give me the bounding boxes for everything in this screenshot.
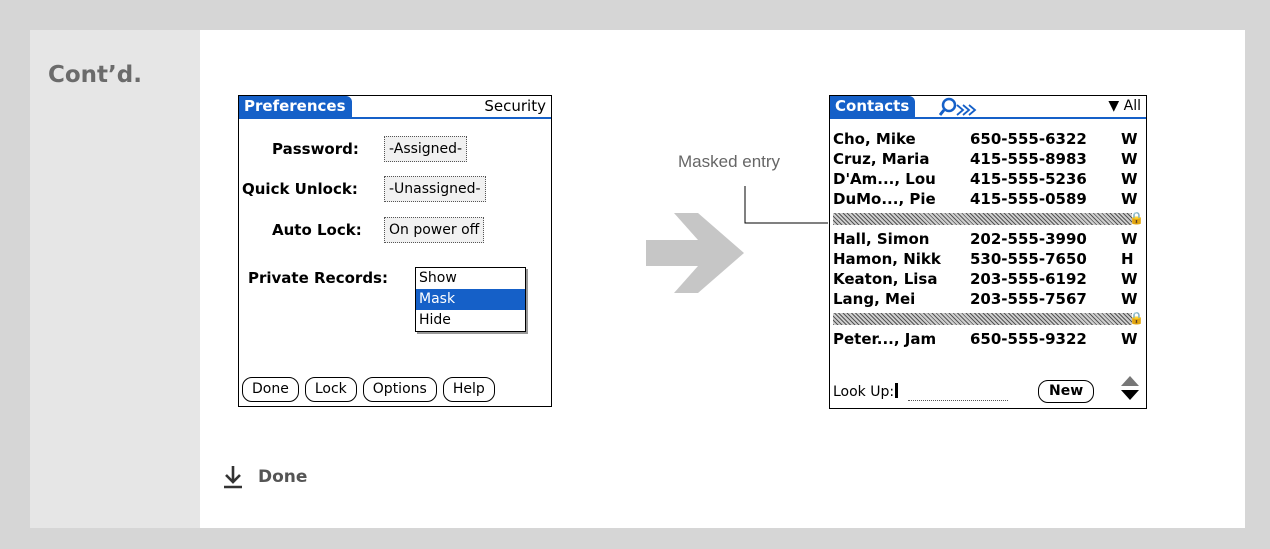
contact-name: Keaton, Lisa	[833, 270, 938, 288]
list-item[interactable]: Hamon, Nikk 530-555-7650 H	[833, 249, 1146, 269]
list-item[interactable]: Hall, Simon 202-555-3990 W	[833, 229, 1146, 249]
contact-phone: 650-555-6322	[970, 130, 1087, 148]
contact-phone: 203-555-7567	[970, 290, 1087, 308]
phone-type: W	[1121, 230, 1138, 248]
contact-name: Lang, Mei	[833, 290, 916, 308]
contact-phone: 203-555-6192	[970, 270, 1087, 288]
contact-name: D'Am..., Lou	[833, 170, 936, 188]
contact-phone: 530-555-7650	[970, 250, 1087, 268]
contact-phone: 415-555-5236	[970, 170, 1087, 188]
contact-phone: 415-555-8983	[970, 150, 1087, 168]
contact-phone: 415-555-0589	[970, 190, 1087, 208]
list-item[interactable]: Lang, Mei 203-555-7567 W	[833, 289, 1146, 309]
contact-name: Cho, Mike	[833, 130, 916, 148]
mask-pattern	[833, 213, 1132, 225]
lookup-underline	[908, 400, 1008, 401]
category-value: All	[1123, 98, 1141, 114]
list-item[interactable]: DuMo..., Pie 415-555-0589 W	[833, 189, 1146, 209]
lock-icon: 🔒	[1129, 311, 1144, 325]
category-picker[interactable]: ▼ All	[1108, 96, 1141, 117]
phone-type: H	[1121, 250, 1134, 268]
contact-name: DuMo..., Pie	[833, 190, 936, 208]
find-icon[interactable]	[939, 97, 979, 117]
lookup-field[interactable]: Look Up:	[833, 383, 899, 401]
masked-record[interactable]: 🔒	[833, 309, 1146, 329]
list-item[interactable]: Keaton, Lisa 203-555-6192 W	[833, 269, 1146, 289]
list-item[interactable]: Cho, Mike 650-555-6322 W	[833, 129, 1146, 149]
phone-type: W	[1121, 170, 1138, 188]
contacts-screen: Contacts ▼ All Cho, Mike 650-555-6322 W …	[829, 95, 1147, 409]
contact-list: Cho, Mike 650-555-6322 W Cruz, Maria 415…	[833, 129, 1146, 349]
lookup-label: Look Up:	[833, 384, 895, 400]
lock-icon: 🔒	[1129, 211, 1144, 225]
text-cursor	[895, 383, 899, 398]
phone-type: W	[1121, 130, 1138, 148]
chevron-down-icon: ▼	[1108, 98, 1124, 114]
contact-phone: 202-555-3990	[970, 230, 1087, 248]
contacts-title[interactable]: Contacts	[830, 96, 916, 117]
masked-record[interactable]: 🔒	[833, 209, 1146, 229]
phone-type: W	[1121, 330, 1138, 348]
done-indicator: Done	[222, 465, 307, 489]
contact-name: Hamon, Nikk	[833, 250, 941, 268]
title-rule	[830, 117, 1146, 119]
contact-name: Hall, Simon	[833, 230, 930, 248]
new-button[interactable]: New	[1038, 380, 1095, 403]
contact-name: Peter..., Jam	[833, 330, 937, 348]
done-label: Done	[258, 467, 308, 487]
phone-type: W	[1121, 290, 1138, 308]
mask-pattern	[833, 313, 1132, 325]
contact-phone: 650-555-9322	[970, 330, 1087, 348]
phone-type: W	[1121, 270, 1138, 288]
contact-name: Cruz, Maria	[833, 150, 930, 168]
list-item[interactable]: Peter..., Jam 650-555-9322 W	[833, 329, 1146, 349]
list-item[interactable]: D'Am..., Lou 415-555-5236 W	[833, 169, 1146, 189]
list-item[interactable]: Cruz, Maria 415-555-8983 W	[833, 149, 1146, 169]
arrow-down-to-line-icon	[224, 466, 242, 489]
phone-type: W	[1121, 190, 1138, 208]
phone-type: W	[1121, 150, 1138, 168]
scroll-arrows-icon[interactable]	[1120, 374, 1140, 402]
